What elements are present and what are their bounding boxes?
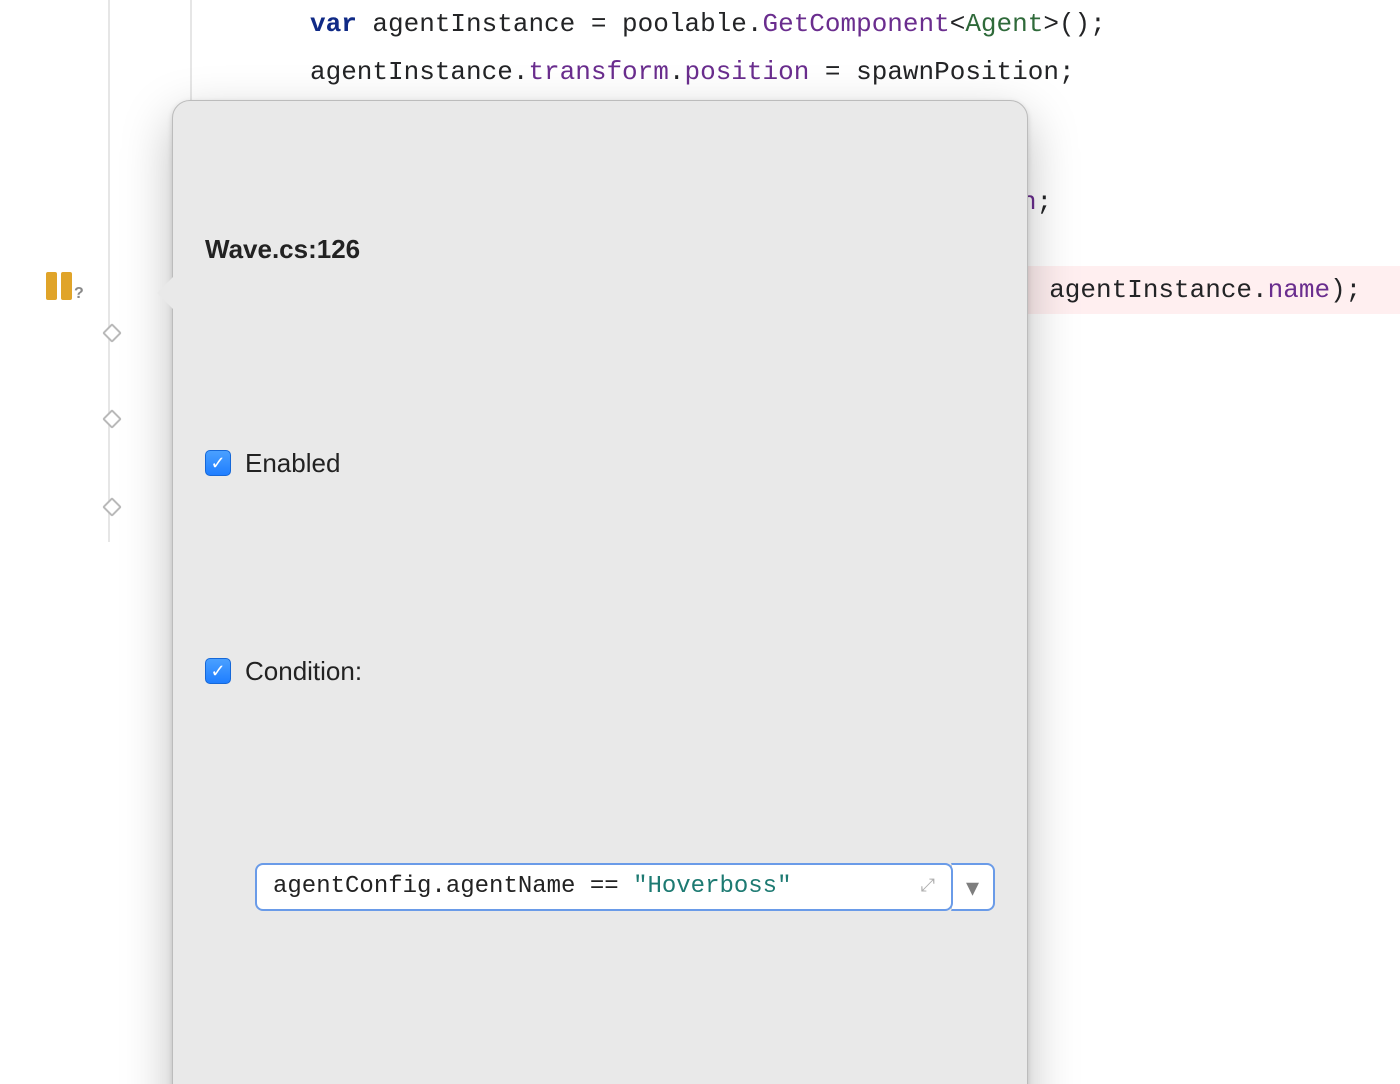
- code-line[interactable]: var agentInstance = poolable.GetComponen…: [198, 0, 1400, 48]
- indent-guide: [108, 0, 110, 542]
- condition-input-wrap: agentConfig.agentName == "Hoverboss" ⤢ ▾: [255, 863, 995, 911]
- breakpoint-popover: Wave.cs:126 ✓ Enabled ✓ Condition: agent…: [172, 100, 1028, 1084]
- enabled-checkbox[interactable]: ✓: [205, 450, 231, 476]
- check-icon: ✓: [210, 454, 225, 472]
- conditional-breakpoint-icon[interactable]: ?: [46, 268, 86, 308]
- condition-expression: agentConfig.agentName == "Hoverboss": [273, 863, 792, 911]
- fold-marker-icon[interactable]: [102, 497, 122, 517]
- code-line[interactable]: agentInstance.transform.position = spawn…: [198, 48, 1400, 96]
- check-icon: ✓: [210, 662, 225, 680]
- convert-to-line-breakpoint-link[interactable]: Convert to line breakpoint: [205, 1083, 995, 1084]
- enabled-label: Enabled: [245, 439, 340, 487]
- question-mark-icon: ?: [74, 286, 84, 302]
- chevron-down-icon: ▾: [966, 863, 979, 911]
- editor-gutter: ?: [0, 0, 198, 542]
- popover-title: Wave.cs:126: [205, 225, 995, 273]
- expand-icon[interactable]: ⤢: [915, 863, 941, 911]
- condition-row: ✓ Condition:: [205, 647, 995, 695]
- condition-checkbox[interactable]: ✓: [205, 658, 231, 684]
- condition-history-dropdown[interactable]: ▾: [951, 863, 995, 911]
- condition-label: Condition:: [245, 647, 362, 695]
- enabled-row: ✓ Enabled: [205, 439, 995, 487]
- condition-input[interactable]: agentConfig.agentName == "Hoverboss" ⤢: [255, 863, 953, 911]
